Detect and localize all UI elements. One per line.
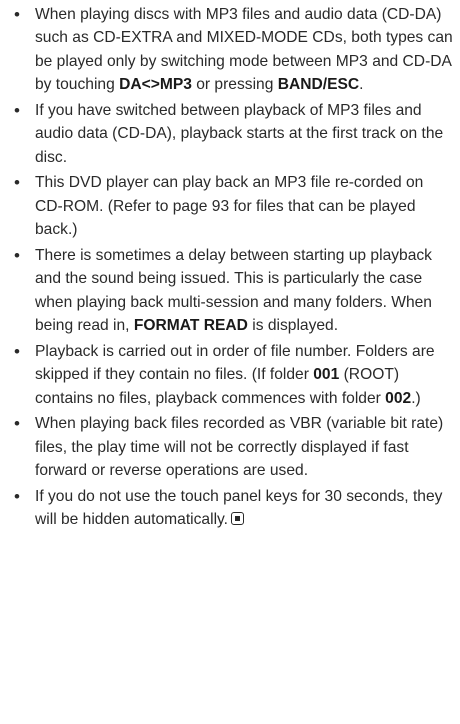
note-item: • When playing discs with MP3 files and a… xyxy=(8,3,454,97)
note-text: When playing back files recorded as VBR … xyxy=(35,415,443,479)
text-segment: This DVD player can play back an MP3 fil… xyxy=(35,174,424,239)
emphasized-term: BAND/ESC xyxy=(277,76,360,94)
text-segment: .) xyxy=(411,389,421,407)
bullet-icon: • xyxy=(14,341,20,361)
note-item: • There is sometimes a delay between star… xyxy=(8,244,454,338)
bullet-icon: • xyxy=(14,486,20,506)
note-text: If you do not use the touch panel keys f… xyxy=(35,488,442,528)
note-item: • Playback is carried out in order of fil… xyxy=(8,340,454,410)
text-segment: or pressing xyxy=(191,76,278,94)
note-item: • This DVD player can play back an MP3 fi… xyxy=(8,171,454,241)
text-segment: If you have switched between playback of… xyxy=(35,101,444,166)
text-segment: is displayed. xyxy=(247,317,339,335)
note-text: When playing discs with MP3 files and au… xyxy=(35,6,453,93)
note-item: • If you do not use the touch panel keys … xyxy=(8,485,454,532)
note-text: Playback is carried out in order of file… xyxy=(35,343,435,407)
manual-page: • When playing discs with MP3 files and a… xyxy=(0,0,460,724)
bullet-icon: • xyxy=(14,414,20,434)
bullet-icon: • xyxy=(14,245,20,265)
emphasized-term: DA<>MP3 xyxy=(119,76,192,94)
bullet-icon: • xyxy=(14,100,20,120)
notes-list: • When playing discs with MP3 files and a… xyxy=(8,3,454,532)
bullet-icon: • xyxy=(14,5,20,24)
end-of-section-icon xyxy=(231,512,245,526)
bullet-icon: • xyxy=(14,173,20,193)
note-text: This DVD player can play back an MP3 fil… xyxy=(35,174,423,238)
emphasized-term: 002 xyxy=(385,389,412,407)
text-segment: . xyxy=(359,76,364,94)
note-text: If you have switched between playback of… xyxy=(35,102,443,166)
note-item: • When playing back files recorded as VBR… xyxy=(8,412,454,482)
emphasized-term: 001 xyxy=(313,366,340,384)
text-segment: When playing back files recorded as VBR … xyxy=(35,415,444,480)
emphasized-term: FORMAT READ xyxy=(133,317,248,335)
note-text: There is sometimes a delay between start… xyxy=(35,247,432,334)
note-item: • If you have switched between playback o… xyxy=(8,99,454,169)
